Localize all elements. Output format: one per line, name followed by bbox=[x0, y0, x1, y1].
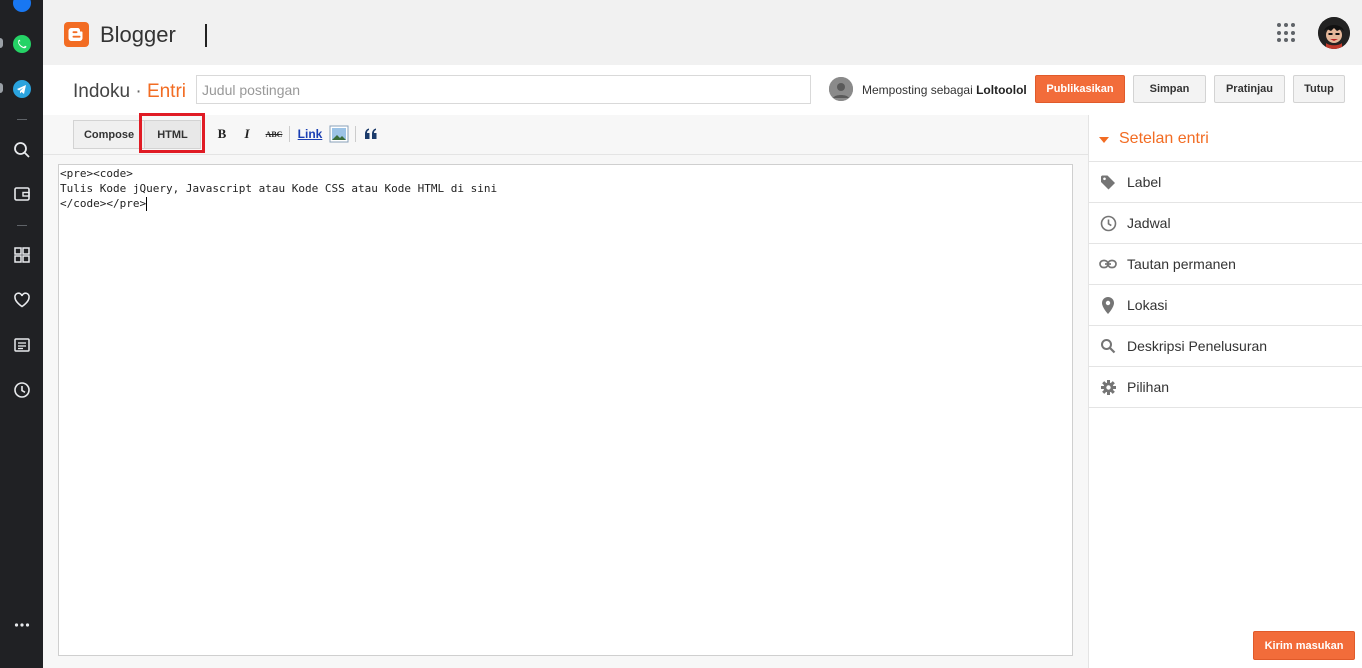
posting-as-text: Memposting sebagai Loltoolol bbox=[862, 83, 1027, 97]
gear-icon bbox=[1098, 377, 1118, 397]
settings-item-text: Label bbox=[1127, 174, 1162, 190]
editor-area: <pre><code> Tulis Kode jQuery, Javascrip… bbox=[43, 155, 1088, 668]
section-name: Entri bbox=[146, 81, 187, 102]
search-icon bbox=[1098, 336, 1118, 356]
heart-icon[interactable] bbox=[11, 289, 33, 311]
news-icon[interactable] bbox=[11, 334, 33, 356]
settings-item-schedule[interactable]: Jadwal bbox=[1089, 202, 1362, 243]
posting-as-user: Loltoolol bbox=[976, 83, 1027, 97]
post-settings-title[interactable]: Setelan entri bbox=[1099, 130, 1209, 148]
settings-item-label[interactable]: Label bbox=[1089, 161, 1362, 202]
code-line-3-text: </code></pre> bbox=[60, 197, 147, 210]
bold-icon[interactable]: B bbox=[215, 125, 229, 143]
settings-item-text: Deskripsi Penelusuran bbox=[1127, 338, 1268, 354]
apps-grid-icon[interactable] bbox=[11, 244, 33, 266]
settings-item-text: Lokasi bbox=[1127, 297, 1168, 313]
post-title-input[interactable] bbox=[196, 75, 811, 104]
poster-avatar bbox=[829, 77, 853, 101]
text-caret bbox=[146, 197, 148, 211]
settings-item-permalink[interactable]: Tautan permanen bbox=[1089, 243, 1362, 284]
app-name: Blogger bbox=[100, 22, 176, 47]
post-settings-title-text: Setelan entri bbox=[1119, 130, 1209, 147]
toolbar-separator bbox=[289, 126, 290, 142]
save-button[interactable]: Simpan bbox=[1133, 75, 1206, 103]
rail-divider bbox=[17, 119, 27, 120]
more-icon[interactable] bbox=[11, 614, 33, 636]
preview-button[interactable]: Pratinjau bbox=[1214, 75, 1285, 103]
google-apps-icon[interactable] bbox=[1277, 23, 1297, 43]
whatsapp-icon[interactable] bbox=[11, 33, 33, 55]
account-avatar[interactable] bbox=[1318, 17, 1350, 49]
compose-mode-button[interactable]: Compose bbox=[73, 120, 145, 149]
html-editor-textarea[interactable]: <pre><code> Tulis Kode jQuery, Javascrip… bbox=[58, 164, 1073, 656]
breadcrumb-separator: · bbox=[135, 81, 142, 102]
collapse-triangle-icon bbox=[1099, 137, 1109, 143]
top-bar: Blogger bbox=[43, 0, 1362, 65]
publish-button[interactable]: Publikasikan bbox=[1035, 75, 1125, 103]
blog-name[interactable]: Indoku bbox=[73, 81, 130, 102]
link-icon bbox=[1098, 254, 1118, 274]
quote-icon[interactable] bbox=[363, 125, 379, 143]
code-line-2: Tulis Kode jQuery, Javascript atau Kode … bbox=[60, 182, 498, 195]
rail-divider bbox=[17, 225, 27, 226]
header-divider bbox=[205, 24, 207, 47]
code-line-1: <pre><code> bbox=[60, 167, 133, 180]
active-indicator bbox=[0, 38, 3, 48]
settings-item-text: Tautan permanen bbox=[1127, 256, 1236, 272]
wallet-icon[interactable] bbox=[11, 183, 33, 205]
settings-divider bbox=[1089, 407, 1362, 408]
send-feedback-button[interactable]: Kirim masukan bbox=[1253, 631, 1355, 660]
close-button[interactable]: Tutup bbox=[1293, 75, 1345, 103]
tag-icon bbox=[1098, 172, 1118, 192]
location-pin-icon bbox=[1098, 295, 1118, 315]
active-indicator bbox=[0, 83, 3, 93]
settings-item-location[interactable]: Lokasi bbox=[1089, 284, 1362, 325]
settings-item-options[interactable]: Pilihan bbox=[1089, 366, 1362, 407]
messenger-icon[interactable] bbox=[11, 0, 33, 14]
link-button[interactable]: Link bbox=[296, 125, 324, 143]
app-rail bbox=[0, 0, 43, 668]
blogger-logo-icon[interactable] bbox=[64, 22, 89, 47]
strikethrough-icon[interactable]: ABC bbox=[263, 125, 285, 143]
editor-toolbar: Compose HTML B I ABC Link bbox=[43, 113, 1088, 155]
posting-as-prefix: Memposting sebagai bbox=[862, 83, 973, 97]
post-header: Indoku · Entri Memposting sebagai Loltoo… bbox=[43, 65, 1362, 116]
insert-image-icon[interactable] bbox=[329, 125, 349, 143]
history-icon[interactable] bbox=[11, 379, 33, 401]
code-line-3: </code></pre> bbox=[60, 197, 148, 211]
clock-icon bbox=[1098, 213, 1118, 233]
breadcrumb: Indoku · Entri bbox=[73, 81, 186, 103]
toolbar-separator bbox=[355, 126, 356, 142]
italic-icon[interactable]: I bbox=[240, 125, 254, 143]
settings-item-search-description[interactable]: Deskripsi Penelusuran bbox=[1089, 325, 1362, 366]
telegram-icon[interactable] bbox=[11, 78, 33, 100]
html-highlight-box bbox=[139, 113, 205, 153]
settings-item-text: Pilihan bbox=[1127, 379, 1170, 395]
settings-item-text: Jadwal bbox=[1127, 215, 1171, 231]
post-settings-panel: Setelan entri Label Jadwal Tautan perman… bbox=[1088, 115, 1362, 668]
search-icon[interactable] bbox=[11, 139, 33, 161]
